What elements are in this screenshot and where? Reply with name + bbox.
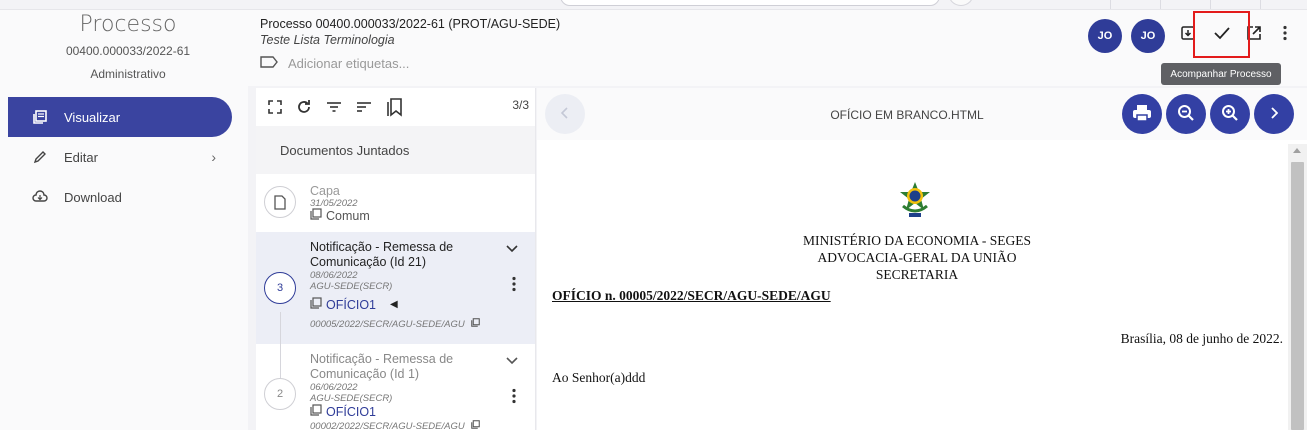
document-link[interactable]: Comum — [310, 208, 370, 223]
document-link-label: OFÍCIO1 — [326, 404, 377, 419]
list-item[interactable]: 2 Notificação - Remessa de Comunicação (… — [256, 344, 535, 430]
place-date: Brasília, 08 de junho de 2022. — [1120, 331, 1283, 346]
oficio-number: OFÍCIO n. 00005/2022/SECR/AGU-SEDE/AGU — [552, 288, 831, 303]
org-line: MINISTÉRIO DA ECONOMIA - SEGES — [802, 233, 1031, 248]
avatar[interactable]: JO — [1088, 19, 1122, 53]
list-item[interactable]: Capa 31/05/2022 Comum — [256, 174, 535, 232]
document-link-label: Comum — [326, 208, 370, 223]
process-title: Processo 00400.000033/2022-61 (PROT/AGU-… — [260, 17, 561, 31]
search-bar-edge[interactable] — [560, 0, 940, 6]
copy-icon[interactable] — [470, 420, 480, 430]
tooltip: Acompanhar Processo — [1161, 63, 1281, 85]
cloud-download-icon — [32, 189, 48, 205]
more-vertical-icon[interactable] — [512, 388, 516, 404]
pencil-icon — [32, 149, 48, 165]
process-number: 00400.000033/2022-61 — [65, 44, 191, 58]
chevron-right-icon: › — [211, 149, 216, 165]
document-ref: 00002/2022/SECR/AGU-SEDE/AGU — [310, 420, 480, 430]
document-unit: AGU-SEDE(SECR) — [310, 393, 393, 404]
document-viewer: OFÍCIO EM BRANCO.HTML MINISTÉRIO DA ECON… — [537, 88, 1307, 430]
tags-placeholder: Adicionar etiquetas... — [288, 56, 410, 71]
zoom-in-button[interactable] — [1210, 94, 1250, 134]
document-ref: 00005/2022/SECR/AGU-SEDE/AGU — [310, 318, 480, 330]
document-title: Notificação - Remessa de Comunicação (Id… — [310, 352, 454, 381]
sidebar-title: Processo — [79, 12, 177, 37]
document-link[interactable]: OFÍCIO1 ◀ — [310, 297, 398, 312]
highlight-box — [1193, 11, 1250, 58]
addressee: Ao Senhor(a)ddd — [552, 370, 646, 385]
chevron-right-icon — [1270, 106, 1279, 122]
process-type: Administrativo — [90, 67, 166, 81]
sort-icon[interactable] — [356, 100, 372, 114]
scrollbar[interactable] — [1288, 144, 1307, 430]
divider — [1110, 0, 1111, 9]
document-date: 08/06/2022 — [310, 270, 358, 281]
document-link-label: OFÍCIO1 — [326, 297, 377, 312]
document-unit: AGU-SEDE(SECR) — [310, 281, 393, 292]
print-icon — [1132, 104, 1152, 125]
org-line: SECRETARIA — [875, 267, 959, 282]
chevron-down-icon[interactable] — [506, 242, 518, 256]
label-tag-icon — [260, 56, 278, 71]
copy-icon[interactable] — [470, 318, 480, 330]
copy-icon — [310, 404, 322, 419]
list-item[interactable]: 3 Notificação - Remessa de Comunicação (… — [256, 232, 535, 344]
left-sidebar: Processo 00400.000033/2022-61 Administra… — [0, 10, 248, 430]
divider — [1160, 0, 1161, 9]
print-button[interactable] — [1122, 94, 1162, 134]
refresh-icon[interactable] — [296, 99, 312, 115]
copy-icon — [310, 208, 322, 223]
sidebar-item-visualizar[interactable]: Visualizar — [8, 97, 232, 137]
sidebar-item-download[interactable]: Download — [8, 177, 232, 217]
view-icon — [32, 109, 48, 125]
document-number: 3 — [264, 272, 296, 304]
documents-toolbar — [256, 88, 535, 126]
tags-input[interactable]: Adicionar etiquetas... — [260, 56, 409, 71]
documents-count: 3/3 — [512, 98, 529, 112]
documents-heading: Documentos Juntados — [256, 126, 535, 174]
filter-icon[interactable] — [326, 100, 342, 114]
documents-panel: 3/3 Documentos Juntados Capa 31/05/2022 … — [256, 88, 536, 430]
expand-icon[interactable] — [268, 100, 282, 114]
sidebar-item-label: Visualizar — [64, 109, 121, 125]
zoom-out-button[interactable] — [1166, 94, 1206, 134]
org-line: ADVOCACIA-GERAL DA UNIÃO — [817, 250, 1017, 265]
top-round-button-edge[interactable] — [948, 0, 974, 6]
avatar[interactable]: JO — [1131, 19, 1165, 53]
document-ref-text: 00005/2022/SECR/AGU-SEDE/AGU — [310, 318, 465, 330]
sidebar-item-editar[interactable]: Editar › — [8, 137, 232, 177]
next-button[interactable] — [1254, 94, 1294, 134]
scrollbar-thumb[interactable] — [1291, 162, 1304, 430]
sidebar-item-label: Download — [64, 189, 122, 205]
scroll-up-icon[interactable] — [1293, 148, 1301, 153]
more-vertical-icon[interactable] — [1272, 20, 1298, 46]
more-vertical-icon[interactable] — [512, 276, 516, 292]
caret-left-icon: ◀ — [390, 299, 398, 310]
divider — [1210, 0, 1211, 9]
document-number: 2 — [264, 378, 296, 410]
coat-of-arms-icon — [897, 180, 933, 224]
copy-icon — [310, 297, 322, 312]
zoom-out-icon — [1177, 104, 1195, 125]
file-icon — [264, 186, 296, 218]
document-date: 06/06/2022 — [310, 382, 358, 393]
document-title: Capa — [310, 184, 340, 198]
document-ref-text: 00002/2022/SECR/AGU-SEDE/AGU — [310, 420, 465, 430]
chevron-down-icon[interactable] — [506, 354, 518, 368]
document-title: Notificação - Remessa de Comunicação (Id… — [310, 240, 454, 269]
divider — [1260, 0, 1261, 9]
document-link[interactable]: OFÍCIO1 — [310, 404, 376, 419]
viewer-toolbar: OFÍCIO EM BRANCO.HTML — [537, 88, 1307, 140]
timeline-line — [280, 344, 281, 378]
process-subtitle: Teste Lista Terminologia — [260, 33, 395, 47]
sidebar-item-label: Editar — [64, 149, 98, 165]
zoom-in-icon — [1221, 104, 1239, 125]
bookmarks-icon[interactable] — [386, 97, 404, 117]
browser-top-strip — [0, 0, 1307, 10]
timeline-line — [280, 312, 281, 344]
